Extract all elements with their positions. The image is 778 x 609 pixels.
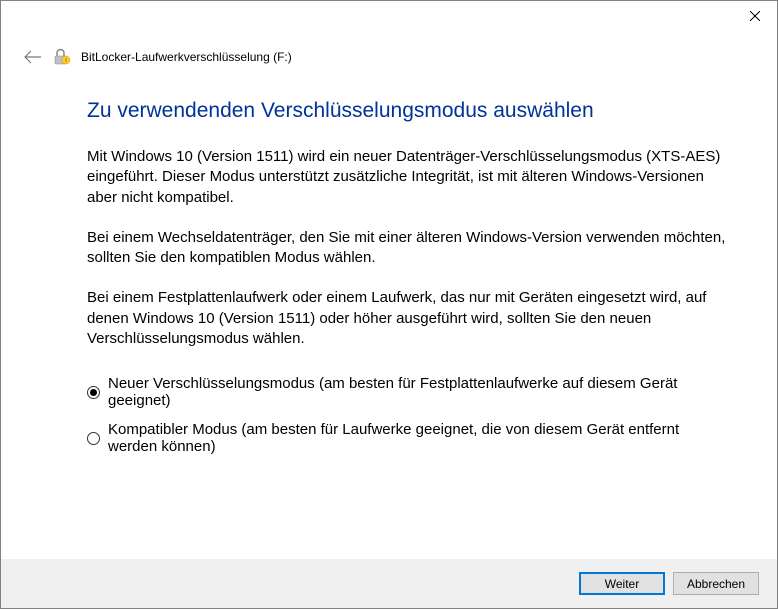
paragraph-2: Bei einem Wechseldatenträger, den Sie mi… (87, 228, 729, 269)
paragraph-3: Bei einem Festplattenlaufwerk oder einem… (87, 288, 729, 349)
page-heading: Zu verwendenden Verschlüsselungsmodus au… (87, 99, 729, 123)
titlebar (1, 1, 777, 33)
radio-indicator (87, 386, 100, 399)
radio-label: Neuer Verschlüsselungsmodus (am besten f… (108, 375, 729, 409)
wizard-window: BitLocker-Laufwerkverschlüsselung (F:) Z… (0, 0, 778, 609)
content-area: Zu verwendenden Verschlüsselungsmodus au… (1, 67, 777, 455)
paragraph-1: Mit Windows 10 (Version 1511) wird ein n… (87, 147, 729, 208)
radio-label: Kompatibler Modus (am besten für Laufwer… (108, 421, 729, 455)
close-button[interactable] (732, 1, 777, 30)
radio-option-compatible-mode[interactable]: Kompatibler Modus (am besten für Laufwer… (87, 421, 729, 455)
footer: Weiter Abbrechen (1, 559, 777, 608)
header-title: BitLocker-Laufwerkverschlüsselung (F:) (81, 50, 292, 64)
header-row: BitLocker-Laufwerkverschlüsselung (F:) (1, 33, 777, 67)
bitlocker-icon (53, 48, 71, 66)
radio-option-new-mode[interactable]: Neuer Verschlüsselungsmodus (am besten f… (87, 375, 729, 409)
back-arrow-icon (24, 50, 42, 64)
cancel-button[interactable]: Abbrechen (673, 572, 759, 595)
back-button[interactable] (23, 47, 43, 67)
next-button[interactable]: Weiter (579, 572, 665, 595)
radio-indicator (87, 432, 100, 445)
options-group: Neuer Verschlüsselungsmodus (am besten f… (87, 375, 729, 455)
close-icon (750, 11, 760, 21)
